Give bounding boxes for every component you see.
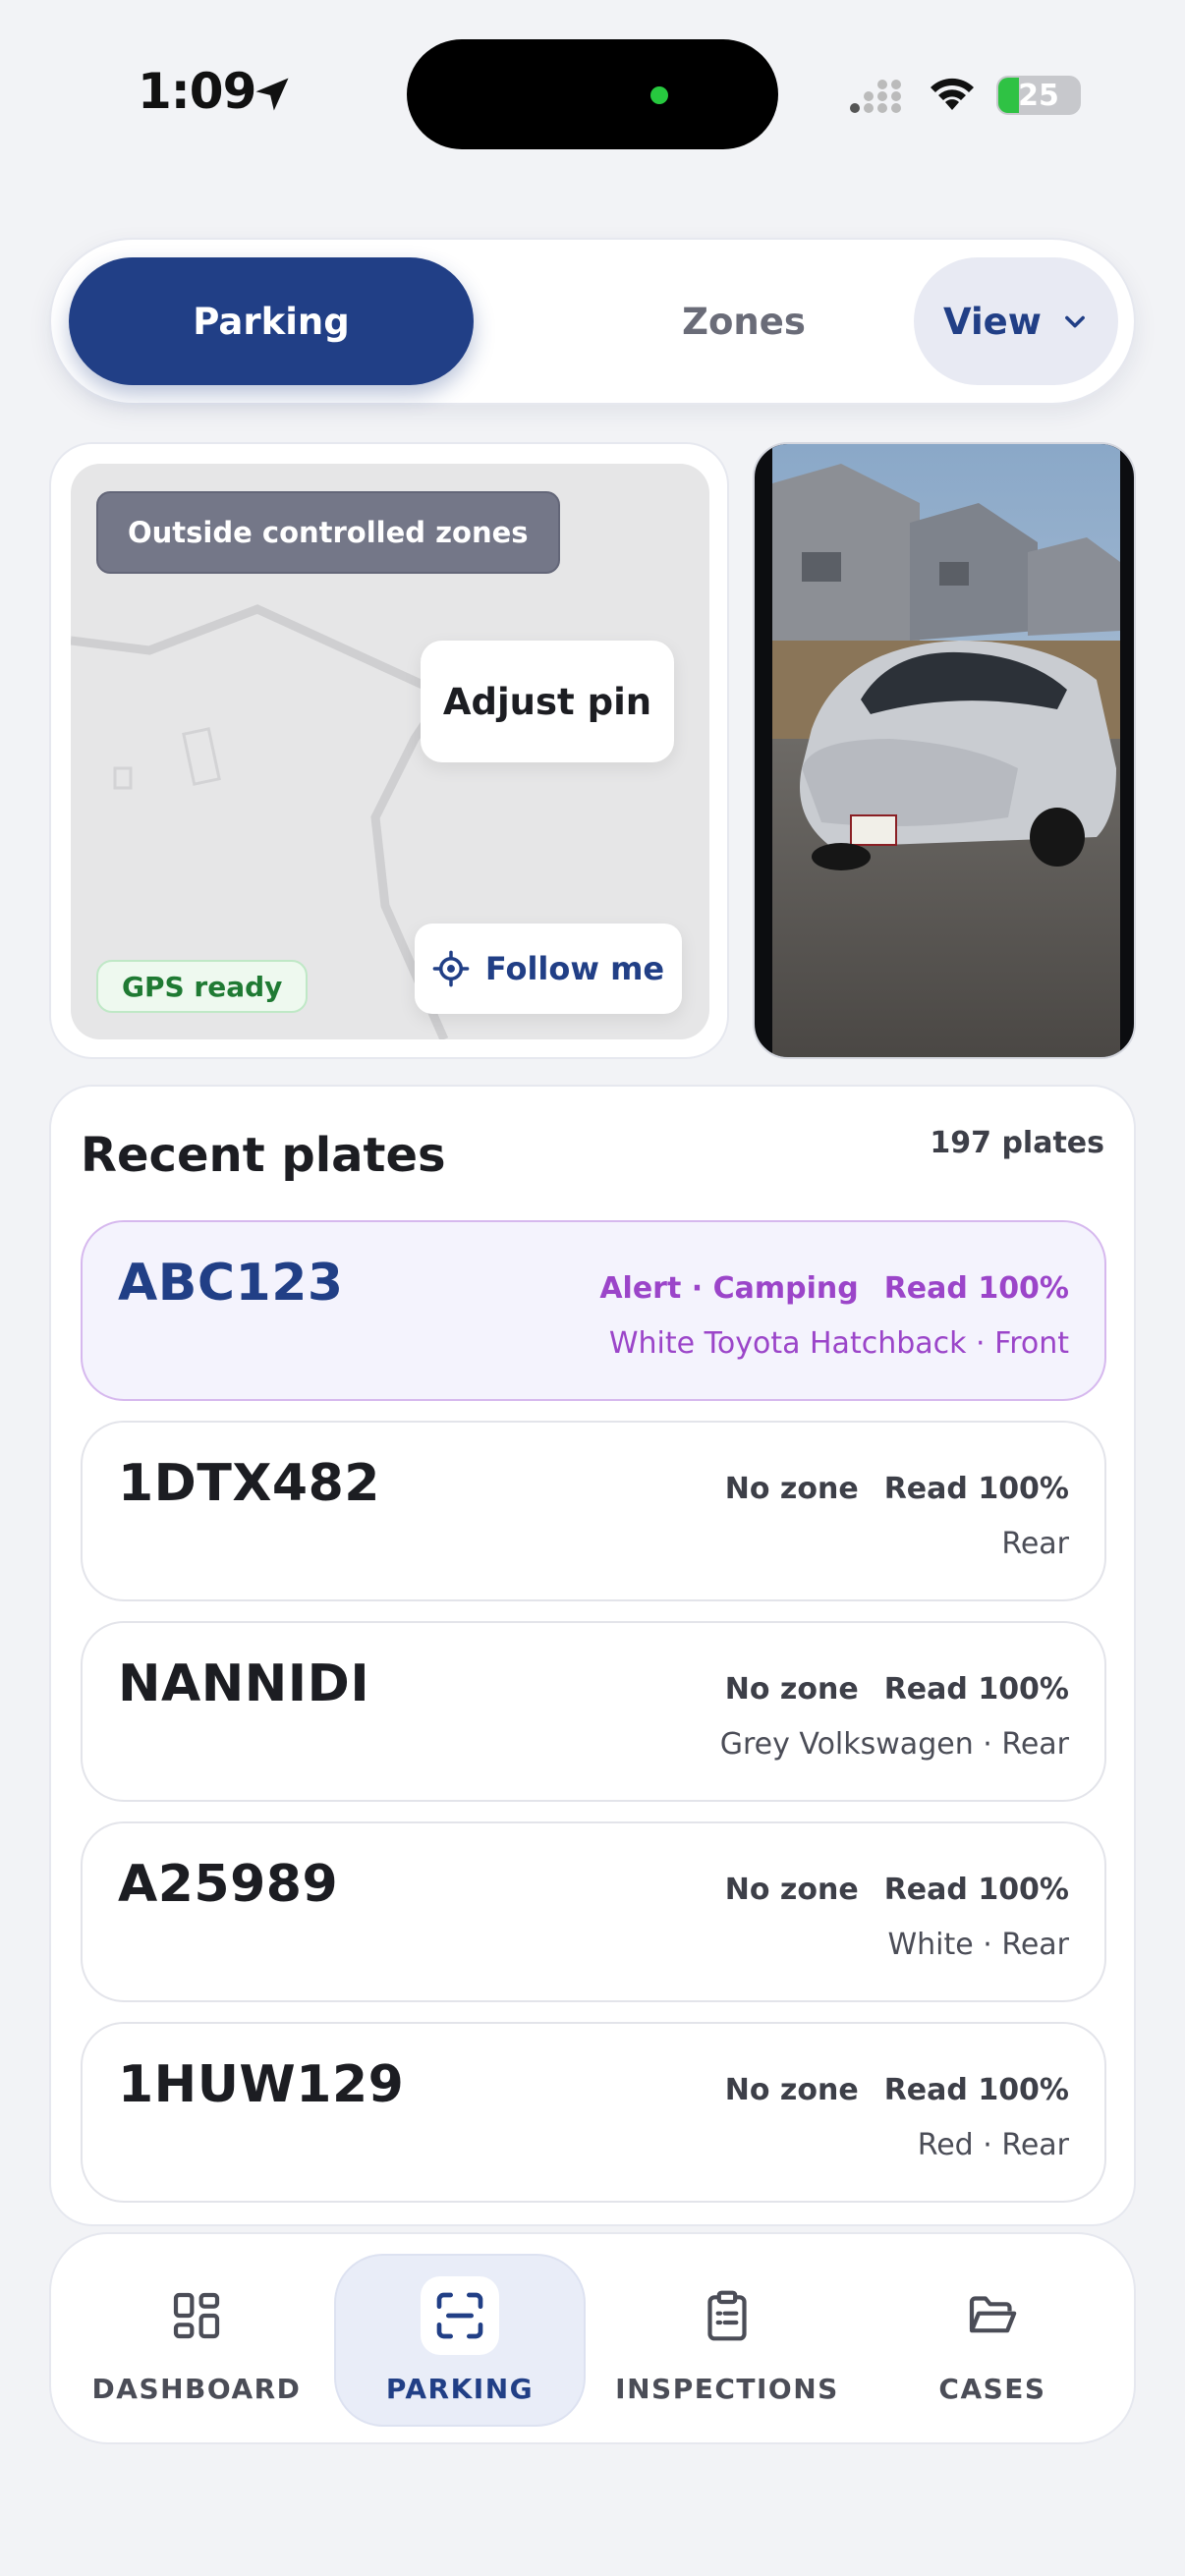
plate-meta: No zone Read 100% [725, 1472, 1069, 1506]
battery-icon: 25 [996, 76, 1081, 115]
view-dropdown-button[interactable]: View [914, 257, 1118, 385]
view-label: View [943, 300, 1042, 343]
plate-number: A25989 [118, 1855, 339, 1914]
plate-meta: Alert · Camping Read 100% [599, 1271, 1069, 1306]
read-confidence: Read 100% [883, 1472, 1069, 1506]
nav-label: INSPECTIONS [615, 2372, 839, 2405]
tab-parking[interactable]: Parking [69, 257, 474, 385]
status-bar: 1:09 25 [0, 0, 1185, 196]
read-confidence: Read 100% [883, 1672, 1069, 1707]
bottom-nav: DASHBOARD PARKING INSPECTIONS CASES [49, 2232, 1136, 2444]
plate-row[interactable]: 1DTX482 No zone Read 100% Rear [81, 1421, 1106, 1601]
read-confidence: Read 100% [883, 2073, 1069, 2107]
car-photo-image [772, 444, 1120, 1057]
camera-indicator-icon [650, 86, 668, 104]
recent-plates-title: Recent plates [81, 1128, 446, 1183]
vehicle-photo[interactable] [753, 442, 1136, 1059]
plate-number: NANNIDI [118, 1654, 370, 1713]
nav-label: PARKING [385, 2372, 535, 2405]
tab-zones[interactable]: Zones [601, 257, 886, 385]
zone-status: No zone [724, 1472, 859, 1506]
follow-me-label: Follow me [484, 950, 665, 987]
nav-item-inspections[interactable]: INSPECTIONS [601, 2254, 853, 2427]
adjust-pin-button[interactable]: Adjust pin [421, 641, 674, 762]
plate-meta: No zone Read 100% [725, 2073, 1069, 2107]
plates-count: 197 plates [930, 1126, 1104, 1160]
zone-status: No zone [724, 2073, 859, 2107]
nav-item-dashboard[interactable]: DASHBOARD [71, 2254, 322, 2427]
zone-status: No zone [724, 1873, 859, 1907]
map-view[interactable]: Outside controlled zones Adjust pin GPS … [71, 464, 709, 1039]
plate-number: 1HUW129 [118, 2055, 405, 2114]
plate-list: ABC123 Alert · Camping Read 100% White T… [81, 1220, 1106, 2222]
folder-icon [969, 2295, 1017, 2332]
nav-label: CASES [938, 2372, 1046, 2405]
crosshair-icon [432, 950, 470, 987]
plate-row[interactable]: ABC123 Alert · Camping Read 100% White T… [81, 1220, 1106, 1401]
clipboard-icon [707, 2290, 747, 2340]
zone-status: Alert · Camping [599, 1271, 859, 1306]
plate-row[interactable]: 1HUW129 No zone Read 100% Red · Rear [81, 2022, 1106, 2203]
dashboard-icon [173, 2292, 220, 2338]
cellular-signal-icon [850, 80, 901, 113]
vehicle-detail: Red · Rear [917, 2128, 1069, 2162]
vehicle-detail: Rear [1001, 1527, 1069, 1561]
recent-plates-card: Recent plates 197 plates ABC123 Alert · … [49, 1085, 1136, 2226]
plate-row[interactable]: NANNIDI No zone Read 100% Grey Volkswage… [81, 1621, 1106, 1802]
read-confidence: Read 100% [883, 1873, 1069, 1907]
plate-number: 1DTX482 [118, 1454, 380, 1513]
plate-meta: No zone Read 100% [725, 1873, 1069, 1907]
read-confidence: Read 100% [883, 1271, 1069, 1306]
zone-status-badge: Outside controlled zones [96, 491, 560, 574]
dynamic-island [407, 39, 778, 149]
plate-meta: No zone Read 100% [725, 1672, 1069, 1707]
battery-level: 25 [1018, 79, 1059, 113]
location-arrow-icon [255, 78, 289, 111]
wifi-icon [931, 78, 974, 110]
follow-me-button[interactable]: Follow me [415, 924, 682, 1014]
status-time: 1:09 [138, 63, 256, 120]
chevron-down-icon [1065, 315, 1085, 328]
mode-switcher: Parking Zones View [49, 238, 1136, 405]
nav-item-cases[interactable]: CASES [867, 2254, 1118, 2427]
zone-status: No zone [724, 1672, 859, 1707]
gps-status-badge: GPS ready [96, 960, 309, 1013]
plate-number: ABC123 [118, 1254, 344, 1313]
vehicle-detail: White Toyota Hatchback · Front [608, 1326, 1069, 1361]
nav-label: DASHBOARD [91, 2372, 302, 2405]
vehicle-detail: Grey Volkswagen · Rear [719, 1727, 1069, 1762]
plate-row[interactable]: A25989 No zone Read 100% White · Rear [81, 1821, 1106, 2002]
vehicle-detail: White · Rear [887, 1928, 1069, 1962]
map-card: Outside controlled zones Adjust pin GPS … [49, 442, 729, 1059]
scan-icon [436, 2292, 483, 2338]
nav-item-parking[interactable]: PARKING [334, 2254, 586, 2427]
